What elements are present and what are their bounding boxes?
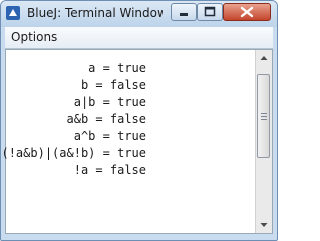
terminal-line: a = true — [88, 61, 146, 75]
scroll-down-arrow-icon[interactable] — [256, 217, 272, 233]
maximize-icon — [204, 6, 216, 17]
scroll-thumb[interactable] — [257, 74, 270, 158]
close-button[interactable] — [223, 3, 271, 21]
terminal-line: a^b = true — [73, 129, 146, 143]
expression-text: a|b — [73, 95, 96, 109]
value-text: false — [109, 163, 146, 177]
title-bar[interactable]: BlueJ: Terminal Window... — [1, 1, 277, 27]
grip-line — [261, 113, 267, 114]
value-text: true — [117, 146, 146, 160]
vertical-scrollbar[interactable] — [255, 50, 272, 233]
value-text: false — [109, 78, 146, 92]
terminal-line: (!a&b)|(a&!b) = true — [1, 146, 146, 160]
bluej-icon — [5, 5, 21, 21]
terminal-line: a&b = false — [66, 112, 147, 126]
expression-text: a^b — [73, 129, 96, 143]
window-title: BlueJ: Terminal Window... — [27, 6, 163, 20]
terminal-output[interactable]: a = true b = false a|b = true a&b = fals… — [1, 49, 273, 234]
terminal-line: !a = false — [73, 163, 146, 177]
menu-options[interactable]: Options — [11, 30, 57, 44]
value-text: false — [109, 112, 146, 126]
terminal-window: BlueJ: Terminal Window... Options a = tr… — [0, 0, 278, 241]
close-icon — [240, 6, 254, 18]
minimize-button[interactable] — [171, 3, 197, 21]
terminal-text-area[interactable]: a = true b = false a|b = true a&b = fals… — [1, 50, 256, 233]
grip-line — [261, 119, 267, 120]
value-text: true — [117, 129, 146, 143]
minimize-icon — [180, 13, 188, 16]
expression-text: b — [80, 78, 89, 92]
expression-text: a — [88, 61, 96, 75]
maximize-button[interactable] — [197, 3, 223, 21]
expression-text: !a — [73, 163, 89, 177]
expression-text: a&b — [66, 112, 89, 126]
terminal-line: a|b = true — [73, 95, 146, 109]
menu-bar: Options — [5, 27, 273, 49]
expression-text: (!a&b)|(a&!b) — [1, 146, 96, 160]
value-text: true — [117, 95, 146, 109]
value-text: true — [117, 61, 146, 75]
scroll-up-arrow-icon[interactable] — [256, 50, 272, 66]
grip-line — [261, 116, 267, 117]
terminal-line: b = false — [80, 78, 146, 92]
